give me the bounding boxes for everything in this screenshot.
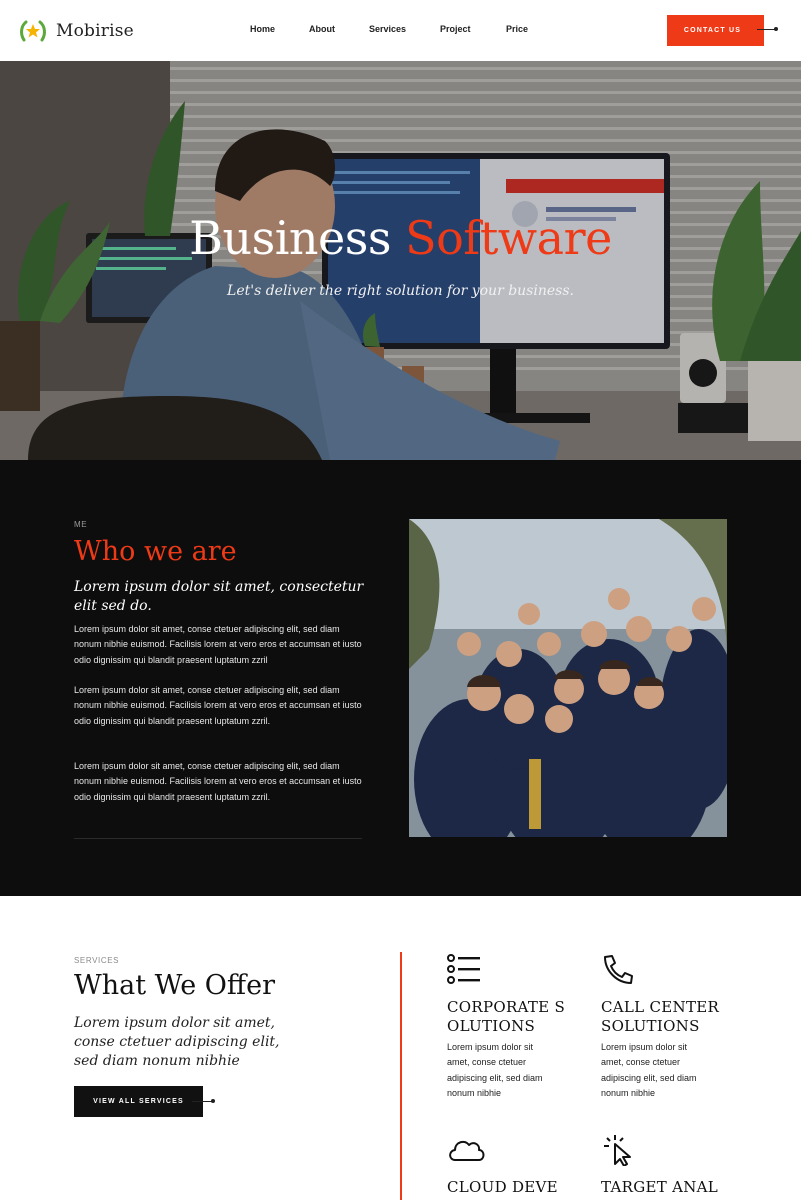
nav-price[interactable]: Price [506, 24, 528, 34]
about-paragraph: Lorem ipsum dolor sit amet, conse ctetue… [74, 685, 362, 726]
services-kicker: SERVICES [74, 956, 120, 965]
team-photo [409, 519, 727, 837]
hero-subtitle: Let's deliver the right solution for you… [227, 283, 574, 299]
services-section: SERVICES What We Offer Lorem ipsum dolor… [0, 896, 801, 1200]
service-card-text: Lorem ipsum dolor sit amet, conse ctetue… [601, 1042, 697, 1098]
service-card-title: CALL CENTER SOLUTIONS [601, 998, 720, 1035]
service-card[interactable]: CLOUD DEVELOPMENT [447, 1134, 567, 1200]
laurel-star-icon [18, 16, 48, 46]
nav-services[interactable]: Services [369, 24, 406, 34]
nav-home[interactable]: Home [250, 24, 275, 34]
hero-title-main: Business [189, 211, 391, 265]
hero-section: Business Software Let's deliver the righ… [0, 61, 801, 460]
nav-about[interactable]: About [309, 24, 335, 34]
hero-title: Business Software [0, 211, 801, 265]
service-card-title: CORPORATE SOLUTIONS [447, 998, 566, 1035]
view-all-services-button[interactable]: VIEW ALL SERVICES [74, 1086, 203, 1117]
about-paragraph: Lorem ipsum dolor sit amet, conse ctetue… [74, 761, 362, 802]
service-card[interactable]: TARGET ANALYSIS [601, 1134, 721, 1200]
services-title: What We Offer [74, 970, 275, 1001]
hero-title-accent: Software [405, 211, 612, 265]
services-lead: Lorem ipsum dolor sit amet, conse ctetue… [74, 1015, 280, 1069]
service-card-text: Lorem ipsum dolor sit amet, conse ctetue… [447, 1042, 543, 1098]
brand-name: Mobirise [56, 21, 134, 41]
service-card[interactable]: CALL CENTER SOLUTIONS Lorem ipsum dolor … [601, 954, 721, 1101]
site-header: Mobirise Home About Services Project Pri… [0, 0, 801, 61]
service-card-title: CLOUD DEVELOPMENT [447, 1178, 558, 1200]
list-icon [447, 954, 487, 990]
about-title: Who we are [74, 536, 237, 567]
brand-logo[interactable]: Mobirise [18, 16, 134, 46]
arrow-right-icon [192, 1099, 215, 1103]
phone-icon [601, 954, 641, 990]
service-card-title: TARGET ANALYSIS [601, 1178, 719, 1200]
service-card[interactable]: CORPORATE SOLUTIONS Lorem ipsum dolor si… [447, 954, 567, 1101]
arrow-right-icon [757, 27, 778, 31]
about-kicker: ME [74, 520, 88, 529]
divider [400, 952, 402, 1200]
divider [74, 838, 362, 839]
cloud-icon [447, 1134, 487, 1170]
about-section: ME Who we are Lorem ipsum dolor sit amet… [0, 460, 801, 896]
about-paragraph: Lorem ipsum dolor sit amet, conse ctetue… [74, 624, 362, 665]
about-lead: Lorem ipsum dolor sit amet, consectetur … [74, 579, 364, 614]
nav-project[interactable]: Project [440, 24, 471, 34]
contact-us-button[interactable]: CONTACT US [667, 15, 764, 46]
cursor-click-icon [601, 1134, 641, 1170]
